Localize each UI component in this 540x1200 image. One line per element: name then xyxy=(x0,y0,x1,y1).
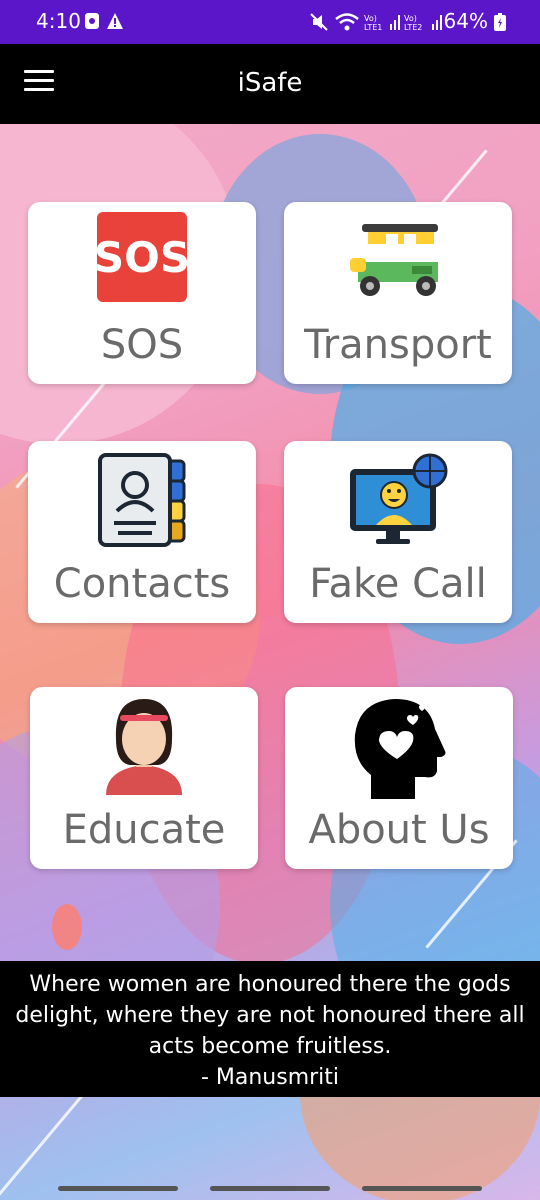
battery-percent: 64% xyxy=(443,9,488,33)
volte-lte2-signal-icon: Vo) LTE2 xyxy=(404,14,442,32)
wifi-icon xyxy=(335,13,359,31)
alert-icon xyxy=(107,13,123,29)
svg-text:Vo): Vo) xyxy=(364,14,377,23)
tile-label: Educate xyxy=(62,807,226,853)
auto-rickshaw-icon xyxy=(350,224,438,296)
woman-avatar-icon xyxy=(106,699,182,795)
tile-fake-call[interactable]: Fake Call xyxy=(284,441,512,623)
volte-lte1-signal-icon: Vo) LTE1 xyxy=(364,14,400,32)
nav-handle-right xyxy=(362,1186,482,1191)
status-time: 4:10 xyxy=(36,9,81,33)
quote-text: Where women are honoured there the gods … xyxy=(15,972,525,1059)
tile-label: Fake Call xyxy=(309,561,487,607)
quote-author: - Manusmriti xyxy=(200,1065,340,1090)
tile-label: Contacts xyxy=(53,561,231,607)
screen-record-icon xyxy=(85,13,99,29)
tile-educate[interactable]: Educate xyxy=(30,687,258,869)
head-heart-icon xyxy=(354,699,446,799)
contact-book-icon xyxy=(98,453,186,547)
svg-text:SOS: SOS xyxy=(95,233,189,282)
tile-label: SOS xyxy=(100,322,184,368)
tile-contacts[interactable]: Contacts xyxy=(28,441,256,623)
quote-banner: Where women are honoured there the gods … xyxy=(0,961,540,1097)
app-title: iSafe xyxy=(237,68,303,98)
svg-text:LTE1: LTE1 xyxy=(364,23,382,32)
mute-icon xyxy=(310,13,328,31)
svg-text:Vo): Vo) xyxy=(404,14,417,23)
tile-sos[interactable]: SOS SOS xyxy=(28,202,256,384)
tile-label: About Us xyxy=(308,807,490,853)
battery-icon xyxy=(494,13,506,31)
svg-text:LTE2: LTE2 xyxy=(404,23,422,32)
app-bar: iSafe xyxy=(0,44,540,124)
sos-icon: SOS xyxy=(95,212,189,302)
nav-handle-center xyxy=(210,1186,330,1191)
video-call-monitor-icon xyxy=(350,453,448,544)
status-bar: 4:10 Vo) LTE1 Vo) LTE2 64% xyxy=(0,0,540,44)
tile-transport[interactable]: Transport xyxy=(284,202,512,384)
nav-handle-left xyxy=(58,1186,178,1191)
tile-label: Transport xyxy=(304,322,492,368)
tile-about-us[interactable]: About Us xyxy=(285,687,513,869)
